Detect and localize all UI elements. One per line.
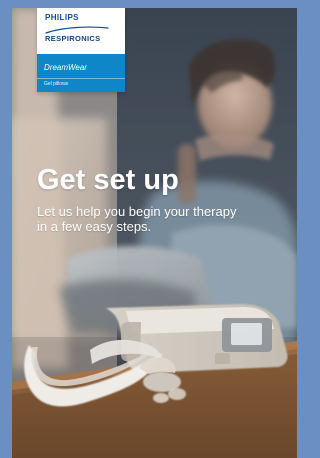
product-divider — [37, 78, 125, 79]
brand-subbrand: RESPIRONICS — [45, 34, 101, 43]
onboarding-screen: PHILIPS RESPIRONICS DreamWear Gel pillow… — [12, 8, 297, 458]
brand-name: PHILIPS — [45, 13, 79, 22]
page-subtitle: Let us help you begin your therapy in a … — [37, 204, 237, 234]
product-name: DreamWear — [44, 63, 87, 72]
product-variant: Gel pillows — [44, 81, 69, 87]
product-band: DreamWear Gel pillows — [37, 54, 125, 92]
brand-card: PHILIPS RESPIRONICS DreamWear Gel pillow… — [37, 8, 125, 92]
page-title: Get set up — [37, 164, 179, 196]
